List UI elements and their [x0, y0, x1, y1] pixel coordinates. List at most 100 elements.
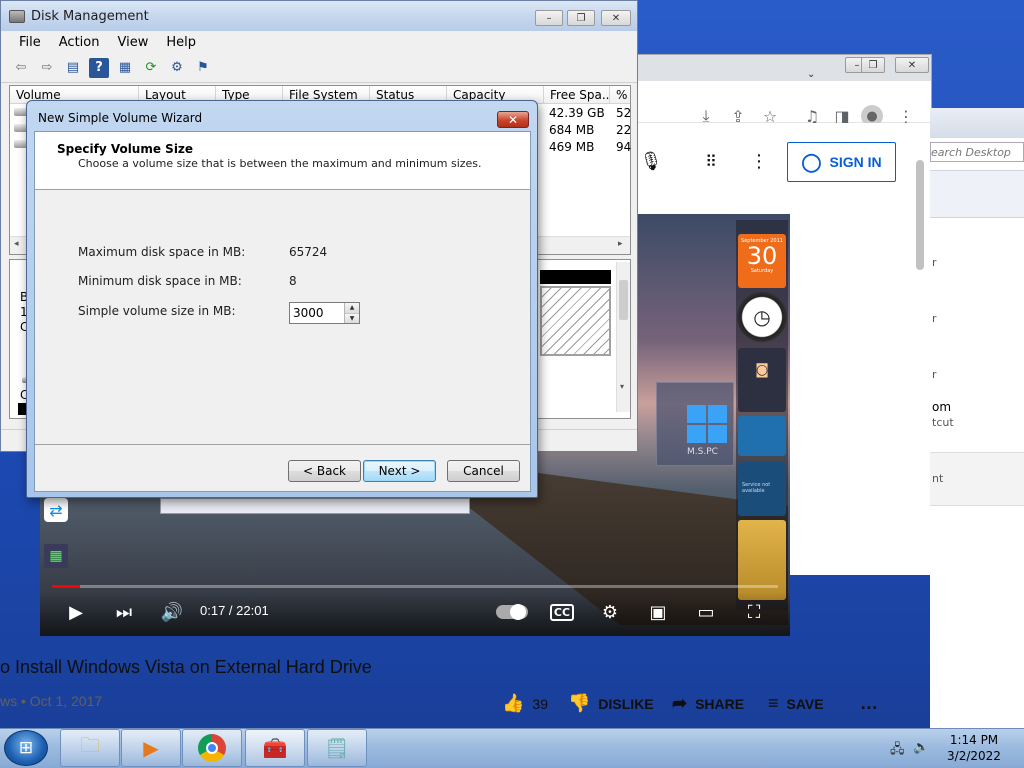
spin-down-icon[interactable]: ▼ — [345, 313, 359, 323]
refresh-icon[interactable]: ⟳ — [141, 58, 161, 78]
wizard-close-icon[interactable]: ✕ — [497, 111, 529, 128]
wizard-heading: Specify Volume Size — [57, 142, 194, 156]
back-arrow-icon[interactable]: ⇦ — [11, 58, 31, 78]
panel-text: om — [932, 400, 952, 414]
video-timecode: 0:17 / 22:01 — [200, 603, 269, 618]
miniplayer-icon[interactable]: ▣ — [644, 598, 672, 626]
wizard-title: New Simple Volume Wizard — [38, 111, 203, 125]
taskbar-clock[interactable]: 1:14 PM 3/2/2022 — [932, 732, 1016, 764]
dislike-button[interactable]: 👎 DISLIKE — [568, 693, 654, 714]
calendar-gadget: September 2011 30 Saturday — [738, 234, 786, 288]
video-progress-fill — [52, 585, 80, 588]
media-player-icon: ▶ — [143, 736, 159, 760]
menu-bar: File Action View Help — [1, 31, 637, 53]
theater-mode-icon[interactable]: ▭ — [692, 598, 720, 626]
fullscreen-icon[interactable]: ⛶ — [740, 598, 768, 626]
window-title: Disk Management — [31, 8, 149, 24]
menu-help[interactable]: Help — [158, 35, 204, 50]
next-video-icon[interactable]: ⏭ — [110, 598, 138, 626]
spin-up-icon[interactable]: ▲ — [345, 303, 359, 314]
next-button[interactable]: Next > — [363, 460, 436, 482]
wizard-header: Specify Volume Size Choose a volume size… — [35, 132, 530, 190]
vertical-scrollbar[interactable]: ▾ — [616, 262, 630, 412]
like-count: 39 — [532, 695, 548, 712]
sign-in-button[interactable]: ◯ SIGN IN — [787, 142, 896, 182]
calendar-weekday: Saturday — [750, 268, 774, 274]
account-circle-icon: ◯ — [801, 151, 822, 172]
percent-free-cell: 52 — [616, 106, 632, 120]
speaker-icon[interactable]: 🔈 — [913, 740, 929, 755]
rescan-disks-icon[interactable]: ⚑ — [193, 58, 213, 78]
apps-grid-icon[interactable]: ⠿ — [700, 150, 722, 172]
close-icon[interactable]: ✕ — [895, 57, 929, 73]
volume-size-stepper[interactable]: ▲ ▼ — [289, 302, 360, 324]
tab-dropdown-icon[interactable]: ⌄ — [807, 69, 815, 80]
panel-text: r — [932, 312, 937, 325]
restore-icon[interactable]: ❐ — [567, 10, 595, 26]
panel-text: r — [932, 368, 937, 381]
scroll-left-icon[interactable]: ◂ — [14, 239, 19, 249]
video-progress-bar[interactable] — [52, 585, 778, 588]
menu-file[interactable]: File — [11, 35, 49, 50]
share-button[interactable]: ➦ SHARE — [672, 693, 744, 714]
like-button[interactable]: 👍 39 — [502, 693, 548, 714]
close-icon[interactable]: ✕ — [601, 10, 631, 26]
autoplay-toggle[interactable] — [496, 604, 528, 620]
volume-size-input[interactable] — [290, 303, 344, 323]
taskbar-disk-management-button[interactable]: 🧰 — [245, 729, 305, 767]
dislike-label: DISLIKE — [598, 695, 654, 712]
disk-management-titlebar: Disk Management – ❐ ✕ — [1, 1, 637, 31]
scroll-right-icon[interactable]: ▸ — [618, 239, 623, 249]
console-tree-icon[interactable]: ▤ — [63, 58, 83, 78]
menu-view[interactable]: View — [109, 35, 156, 50]
taskbar-notepad-button[interactable]: 🗒 — [307, 729, 367, 767]
percent-free-cell: 22 — [616, 123, 632, 137]
desktop-search-input[interactable]: earch Desktop — [930, 142, 1024, 162]
video-title: o Install Windows Vista on External Hard… — [0, 657, 372, 677]
panel-text: nt — [932, 472, 944, 485]
wizard-subheading: Choose a volume size that is between the… — [78, 157, 482, 170]
chrome-icon — [198, 734, 226, 762]
voice-search-icon[interactable]: 🎙 — [640, 150, 663, 172]
percent-free-cell: 94 — [616, 140, 632, 154]
play-icon[interactable]: ▶ — [62, 598, 90, 626]
taskbar-explorer-button[interactable]: 🗀 — [60, 729, 120, 767]
more-actions-button[interactable]: … — [860, 693, 878, 714]
column-header[interactable]: % F — [610, 86, 630, 104]
max-space-value: 65724 — [289, 245, 328, 259]
column-header[interactable]: Free Spa... — [544, 86, 610, 104]
chrome-scrollbar-thumb[interactable] — [916, 160, 924, 270]
minimize-icon[interactable]: – — [535, 10, 563, 26]
vista-sidebar: September 2011 30 Saturday ◷ ◙ Service n… — [736, 220, 788, 610]
cancel-button[interactable]: Cancel — [447, 460, 520, 482]
taskbar-chrome-button[interactable] — [182, 729, 242, 767]
forward-arrow-icon[interactable]: ⇨ — [37, 58, 57, 78]
video-window-tile: M.S.PC — [656, 382, 734, 466]
toolbar: ⇦ ⇨ ▤ ? ▦ ⟳ ⚙ ⚑ — [1, 53, 637, 83]
restore-icon[interactable]: ❐ — [861, 57, 885, 73]
desktop-search-placeholder: earch Desktop — [931, 146, 1011, 159]
properties-icon[interactable]: ▦ — [115, 58, 135, 78]
scroll-down-icon[interactable]: ▾ — [620, 382, 624, 391]
back-button[interactable]: < Back — [288, 460, 361, 482]
help-icon[interactable]: ? — [89, 57, 109, 78]
start-button-windows-icon[interactable]: ⊞ — [4, 730, 48, 766]
free-space-cell: 469 MB — [549, 140, 595, 154]
network-icon[interactable]: 🖧 — [890, 740, 905, 762]
menu-action[interactable]: Action — [51, 35, 108, 50]
subtitles-icon[interactable]: CC — [548, 598, 576, 626]
video-meta: ws • Oct 1, 2017 — [0, 693, 103, 709]
watermark-text: M.S.PC — [687, 447, 718, 457]
taskbar-media-button[interactable]: ▶ — [121, 729, 181, 767]
settings-gear-icon[interactable]: ⚙ — [596, 598, 624, 626]
scrollbar-thumb[interactable] — [619, 280, 628, 320]
windows-logo-icon — [687, 405, 727, 443]
unallocated-partition[interactable] — [540, 286, 611, 356]
clock-gadget-icon: ◷ — [737, 292, 787, 342]
wizard-separator — [35, 444, 530, 445]
new-simple-volume-wizard: New Simple Volume Wizard ✕ Specify Volum… — [26, 100, 538, 498]
disk-settings-icon[interactable]: ⚙ — [167, 58, 187, 78]
volume-icon[interactable]: 🔊 — [158, 598, 186, 626]
save-button[interactable]: ≡ SAVE — [768, 693, 824, 714]
settings-more-icon[interactable]: ⋮ — [748, 150, 770, 172]
